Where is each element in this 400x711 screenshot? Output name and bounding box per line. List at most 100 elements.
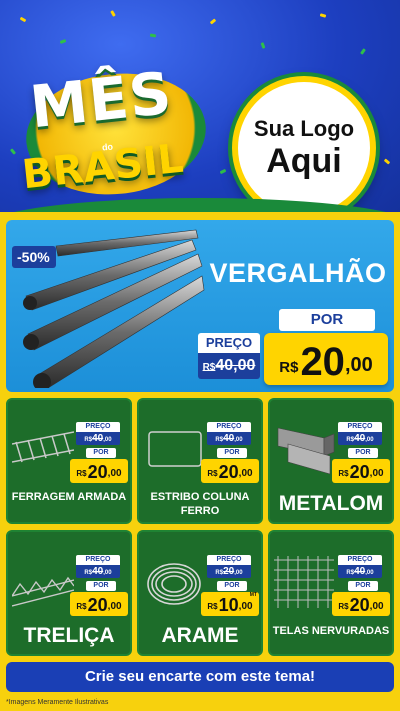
price-tag: R$ 20,00 — [332, 592, 390, 616]
product-name: TRELIÇA — [23, 624, 115, 647]
preco-label: PREÇO — [76, 555, 120, 565]
old-dec: ,00 — [103, 437, 112, 443]
product-name: FERRAGEM ARMADA — [11, 491, 127, 503]
telas-image — [274, 556, 334, 608]
campaign-title: MÊS do BRASIL — [16, 59, 216, 204]
confetti — [209, 18, 217, 25]
currency: R$ — [207, 469, 218, 478]
old-currency: R$ — [84, 437, 93, 443]
old-price: R$20,00 — [207, 565, 251, 578]
logo-line1: Sua Logo — [253, 116, 355, 141]
confetti — [219, 168, 227, 175]
metalom-image — [277, 427, 335, 475]
old-price: R$40,00 — [76, 432, 120, 445]
confetti — [110, 10, 116, 17]
old-int: 40 — [92, 566, 104, 577]
old-price: R$40,00 — [207, 432, 251, 445]
cta-button[interactable]: Crie seu encarte com este tema! — [6, 662, 394, 692]
price-int: 20 — [218, 462, 239, 482]
price-dec: ,00 — [369, 468, 384, 479]
arame-image — [147, 563, 201, 605]
unit: MT — [249, 592, 257, 598]
por-label: POR — [86, 448, 116, 458]
price-dec: ,00 — [238, 601, 253, 612]
confetti — [360, 48, 366, 55]
price-dec: ,00 — [369, 601, 384, 612]
old-currency: R$ — [215, 437, 224, 443]
preco-label: PREÇO — [207, 555, 251, 565]
old-dec: ,00 — [365, 570, 374, 576]
estribo-image — [148, 431, 202, 467]
old-int: 40 — [354, 566, 366, 577]
por-label: POR — [348, 581, 378, 591]
confetti — [59, 39, 67, 44]
confetti — [383, 158, 391, 165]
confetti — [149, 33, 157, 38]
price-tag: R$ 20,00 — [70, 459, 128, 483]
old-price: R$40,00 — [338, 565, 382, 578]
currency: R$ — [207, 602, 218, 611]
price-int: 20 — [349, 462, 370, 482]
price-tag: R$ 10,00 MT — [201, 592, 259, 616]
product-name: ARAME — [161, 624, 239, 647]
discount-badge: -50% — [12, 246, 56, 268]
preco-label: PREÇO — [207, 422, 251, 432]
old-currency: R$ — [215, 570, 224, 576]
price-int: 20 — [349, 595, 370, 615]
price-dec: ,00 — [107, 468, 122, 479]
old-int: 40 — [223, 433, 235, 444]
hero-preco-label: PREÇO — [198, 333, 260, 353]
price-tag: R$ 20,00 — [70, 592, 128, 616]
hero-por-label: POR — [279, 309, 375, 331]
hero-price-tag: R$ 20 ,00 — [264, 333, 388, 385]
por-label: POR — [348, 448, 378, 458]
por-label: POR — [217, 448, 247, 458]
hero-price-int: 20 — [300, 340, 345, 384]
price-dec: ,00 — [107, 601, 122, 612]
hero-price-dec: ,00 — [344, 354, 373, 376]
old-dec: ,00 — [234, 437, 243, 443]
old-int: 40 — [354, 433, 366, 444]
hero-old-price-value: R$40,00 — [203, 357, 256, 374]
currency: R$ — [76, 602, 87, 611]
old-currency: R$ — [84, 570, 93, 576]
hero-old-price: R$40,00 — [198, 353, 260, 379]
confetti — [260, 42, 266, 49]
old-dec: ,00 — [365, 437, 374, 443]
hero-currency: R$ — [279, 359, 299, 376]
price-tag: R$ 20,00 — [201, 459, 259, 483]
old-int: 40 — [92, 433, 104, 444]
old-price: R$40,00 — [338, 432, 382, 445]
por-label: POR — [86, 581, 116, 591]
product-name: ESTRIBO COLUNA FERRO — [150, 491, 250, 517]
preco-label: PREÇO — [338, 555, 382, 565]
footnote: *Imagens Meramente Ilustrativas — [6, 699, 109, 706]
price-int: 20 — [87, 462, 108, 482]
old-int: 20 — [223, 566, 235, 577]
old-currency: R$ — [346, 570, 355, 576]
currency: R$ — [338, 602, 349, 611]
ferragem-image — [12, 431, 74, 463]
old-dec: ,00 — [234, 570, 243, 576]
por-label: POR — [217, 581, 247, 591]
old-dec: ,00 — [103, 570, 112, 576]
price-int: 20 — [87, 595, 108, 615]
price-tag: R$ 20,00 — [332, 459, 390, 483]
product-name: TELAS NERVURADAS — [272, 625, 390, 637]
old-price: R$40,00 — [76, 565, 120, 578]
flyer: MÊS do BRASIL Sua Logo Aqui -50% VERGALH… — [0, 0, 400, 711]
confetti — [319, 13, 327, 18]
header-banner: MÊS do BRASIL Sua Logo Aqui — [0, 0, 400, 222]
preco-label: PREÇO — [338, 422, 382, 432]
hero-old-amount: 40,00 — [215, 357, 256, 374]
confetti — [19, 16, 27, 23]
hero-product-name: VERGALHÃO — [209, 258, 387, 288]
hero-old-currency: R$ — [202, 362, 216, 373]
trelica-image — [12, 576, 74, 607]
logo-line2: Aqui — [266, 142, 342, 180]
price-dec: ,00 — [238, 468, 253, 479]
currency: R$ — [76, 469, 87, 478]
old-currency: R$ — [346, 437, 355, 443]
price-int: 10 — [218, 595, 239, 615]
preco-label: PREÇO — [76, 422, 120, 432]
